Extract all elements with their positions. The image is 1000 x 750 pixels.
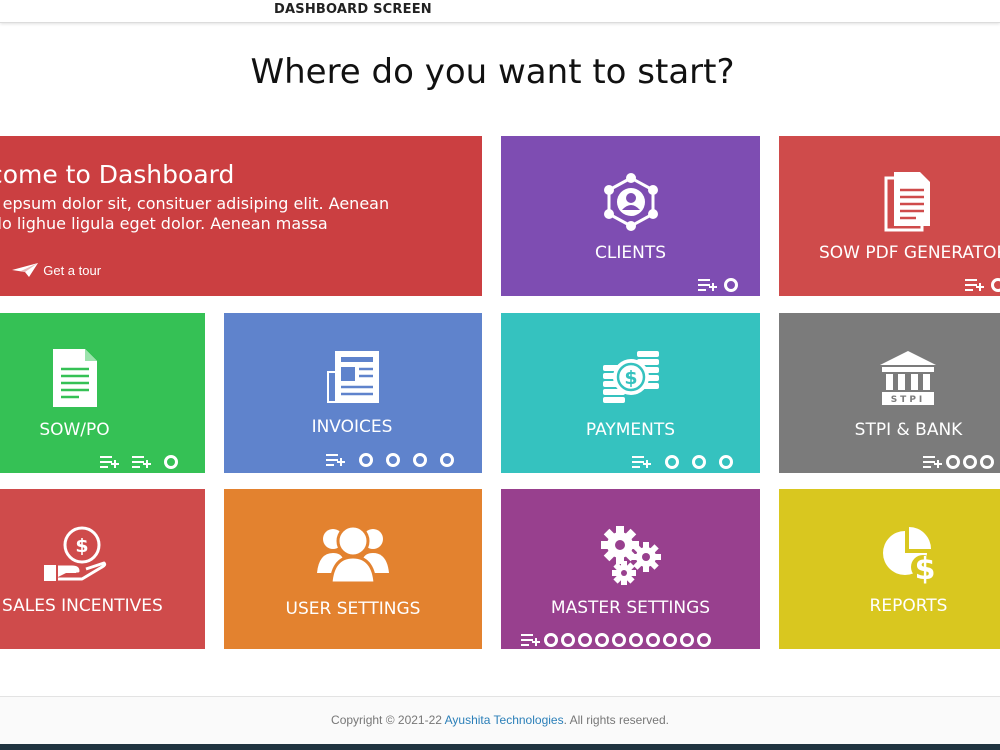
- settings-icon[interactable]: [413, 453, 427, 467]
- settings-icon[interactable]: [980, 455, 994, 469]
- bank-building-icon: STPI: [880, 351, 936, 405]
- stpi-bank-tile[interactable]: STPI STPI & BANK: [779, 313, 1000, 473]
- settings-icon[interactable]: [561, 633, 575, 647]
- sow-po-label: SOW/PO: [39, 420, 110, 440]
- settings-icon[interactable]: [646, 633, 660, 647]
- invoices-tile[interactable]: INVOICES: [224, 313, 482, 473]
- welcome-title: lcome to Dashboard: [0, 160, 235, 189]
- master-settings-actions: [521, 633, 711, 647]
- bottom-strip: [0, 744, 1000, 750]
- user-group-icon: [317, 525, 389, 585]
- svg-text:$: $: [75, 535, 88, 557]
- invoices-label: INVOICES: [311, 417, 393, 437]
- add-list-icon[interactable]: [632, 455, 652, 469]
- company-link[interactable]: Ayushita Technologies: [445, 713, 564, 727]
- settings-icon[interactable]: [164, 455, 178, 469]
- add-list-icon[interactable]: [132, 455, 152, 469]
- settings-icon[interactable]: [359, 453, 373, 467]
- sow-pdf-actions: [965, 278, 1000, 292]
- sow-po-tile[interactable]: SOW/PO: [0, 313, 205, 473]
- add-list-icon[interactable]: [100, 455, 120, 469]
- sales-incentives-label: SALES INCENTIVES: [2, 596, 163, 616]
- clients-network-icon: [603, 173, 658, 231]
- settings-icon[interactable]: [665, 455, 679, 469]
- settings-icon[interactable]: [386, 453, 400, 467]
- welcome-links: p Get a tour: [0, 262, 101, 278]
- user-settings-tile[interactable]: USER SETTINGS: [224, 489, 482, 649]
- welcome-line-2: odo lighue ligula eget dolor. Aenean mas…: [0, 214, 328, 233]
- settings-icon[interactable]: [946, 455, 960, 469]
- settings-icon[interactable]: [595, 633, 609, 647]
- clients-label: CLIENTS: [595, 243, 666, 263]
- welcome-tile: lcome to Dashboard m epsum dolor sit, co…: [0, 136, 482, 296]
- svg-text:$: $: [624, 367, 637, 389]
- stpi-bank-actions: [923, 455, 994, 469]
- get-tour-link[interactable]: Get a tour: [11, 262, 101, 278]
- sow-pdf-generator-tile[interactable]: SOW PDF GENERATOR: [779, 136, 1000, 296]
- page-heading: Where do you want to start?: [250, 52, 735, 92]
- get-tour-label: Get a tour: [43, 262, 102, 278]
- coins-dollar-icon: $: [602, 351, 659, 403]
- document-icon: [53, 349, 97, 407]
- clients-actions: [698, 278, 738, 292]
- settings-icon[interactable]: [680, 633, 694, 647]
- stpi-bank-label: STPI & BANK: [854, 420, 963, 440]
- add-list-icon[interactable]: [965, 278, 985, 292]
- welcome-line-1: m epsum dolor sit, consituer adisiping e…: [0, 194, 390, 213]
- settings-icon[interactable]: [440, 453, 454, 467]
- user-settings-label: USER SETTINGS: [285, 599, 421, 619]
- welcome-description: m epsum dolor sit, consituer adisiping e…: [0, 194, 412, 234]
- settings-icon[interactable]: [629, 633, 643, 647]
- copyright-prefix: Copyright © 2021-22: [331, 713, 445, 727]
- pie-chart-dollar-icon: $: [883, 527, 936, 585]
- sow-pdf-generator-label: SOW PDF GENERATOR: [819, 243, 1000, 263]
- reports-label: REPORTS: [869, 596, 948, 616]
- settings-icon[interactable]: [697, 633, 711, 647]
- add-list-icon[interactable]: [521, 633, 541, 647]
- document-icon: [884, 172, 930, 232]
- invoices-actions: [326, 453, 454, 467]
- settings-icon[interactable]: [544, 633, 558, 647]
- gears-icon: [600, 526, 661, 585]
- add-list-icon[interactable]: [698, 278, 718, 292]
- footer: Copyright © 2021-22 Ayushita Technologie…: [0, 696, 1000, 745]
- screen-title: DASHBOARD SCREEN: [274, 2, 432, 17]
- stpi-icon-text: STPI: [891, 395, 926, 405]
- payments-actions: [632, 455, 733, 469]
- payments-label: PAYMENTS: [585, 420, 676, 440]
- paper-plane-icon: [12, 263, 39, 277]
- sales-incentives-tile[interactable]: $ SALES INCENTIVES: [0, 489, 205, 649]
- settings-icon[interactable]: [963, 455, 977, 469]
- settings-icon[interactable]: [663, 633, 677, 647]
- svg-text:$: $: [915, 552, 936, 585]
- hand-dollar-icon: $: [44, 526, 107, 581]
- payments-tile[interactable]: $ PAYMENTS: [501, 313, 760, 473]
- add-list-icon[interactable]: [326, 453, 346, 467]
- settings-icon[interactable]: [612, 633, 626, 647]
- settings-icon[interactable]: [724, 278, 738, 292]
- settings-icon[interactable]: [991, 278, 1000, 292]
- settings-icon[interactable]: [692, 455, 706, 469]
- copyright-suffix: . All rights reserved.: [563, 713, 669, 727]
- top-bar: DASHBOARD SCREEN: [0, 0, 1000, 23]
- reports-tile[interactable]: $ REPORTS: [779, 489, 1000, 649]
- master-settings-label: MASTER SETTINGS: [550, 598, 711, 618]
- add-list-icon[interactable]: [923, 455, 943, 469]
- settings-icon[interactable]: [578, 633, 592, 647]
- invoice-newspaper-icon: [327, 351, 379, 403]
- clients-tile[interactable]: CLIENTS: [501, 136, 760, 296]
- sow-po-actions: [100, 455, 178, 469]
- master-settings-tile[interactable]: MASTER SETTINGS: [501, 489, 760, 649]
- settings-icon[interactable]: [719, 455, 733, 469]
